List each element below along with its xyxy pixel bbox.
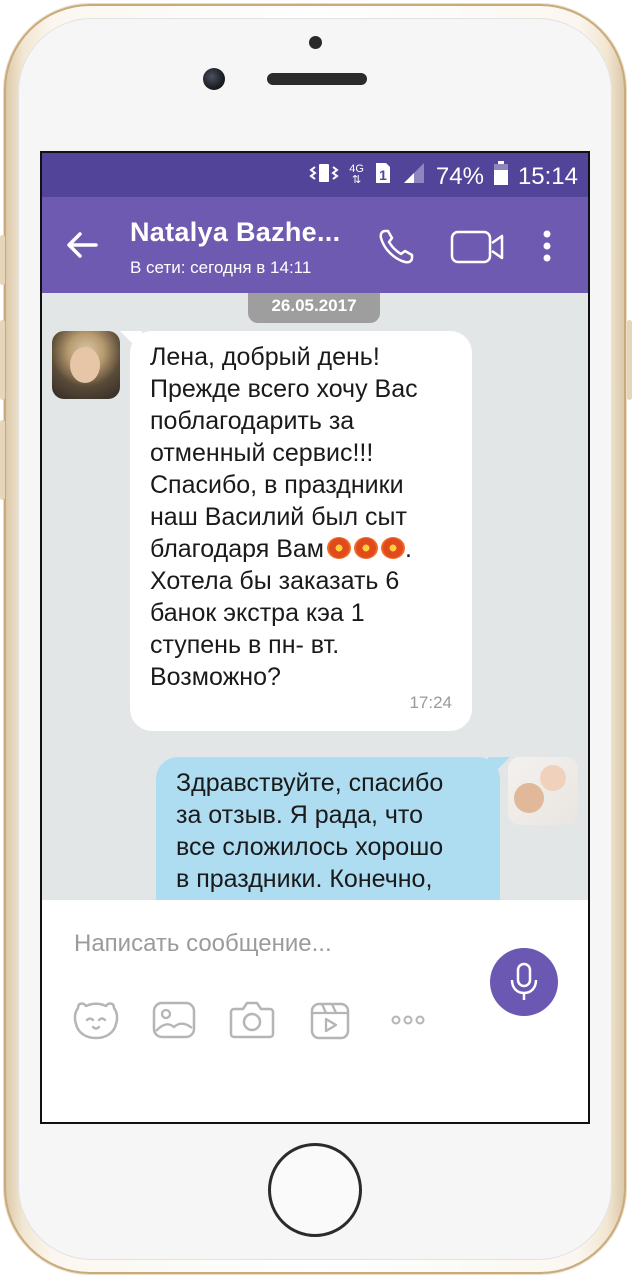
microphone-button[interactable]	[490, 948, 558, 1016]
clock: 15:14	[517, 162, 578, 190]
network-type: 4G	[349, 162, 364, 175]
message-line: за отзыв. Я рада, что	[176, 801, 424, 829]
message-line: все сложилось хорошо	[176, 833, 444, 861]
line-suffix: .	[404, 535, 412, 563]
message-line: банок экстра кэа 1	[150, 599, 365, 627]
phone-icon[interactable]	[376, 227, 416, 267]
battery-percent: 74%	[435, 162, 484, 190]
incoming-message-bubble[interactable]: Лена, добрый день! Прежде всего хочу Вас…	[130, 331, 472, 731]
more-icon[interactable]	[386, 1000, 434, 1040]
more-vert-icon[interactable]	[540, 229, 554, 263]
contact-avatar[interactable]	[52, 331, 120, 399]
chat-area[interactable]: 26.05.2017 Лена, добрый день! Прежде все…	[42, 293, 588, 900]
sim-icon: 1	[374, 161, 392, 192]
message-input[interactable]: Написать сообщение...	[74, 930, 332, 958]
phone-screen: 4G ⇅ 1 74% 15:14 Natalya Bazhe... В сети:…	[40, 151, 590, 1124]
message-line: ступень в пн- вт.	[150, 631, 340, 659]
my-avatar[interactable]	[508, 757, 578, 825]
message-line: Прежде всего хочу Вас	[150, 375, 418, 403]
message-time: 17:24	[409, 693, 452, 712]
message-line: Лена, добрый день!	[150, 343, 380, 371]
message-line: в праздники. Конечно,	[176, 865, 433, 893]
earpiece-speaker	[267, 73, 367, 85]
emoji-group	[324, 533, 405, 565]
date-separator: 26.05.2017	[248, 293, 380, 323]
message-line-with-emoji: благодаря Вам.	[150, 533, 452, 565]
vibrate-icon	[309, 161, 339, 192]
flower-icon	[380, 537, 405, 559]
message-line: Спасибо, в праздники	[150, 471, 404, 499]
flower-icon	[353, 537, 378, 559]
contact-name[interactable]: Natalya Bazhe...	[130, 217, 340, 248]
video-icon[interactable]	[306, 1000, 354, 1040]
message-line: поблагодарить за	[150, 407, 355, 435]
signal-icon	[402, 161, 426, 192]
volume-up-button	[0, 320, 5, 400]
volume-down-button	[0, 420, 5, 500]
video-call-icon[interactable]	[450, 229, 506, 265]
flower-icon	[326, 537, 351, 559]
front-camera	[203, 68, 225, 90]
battery-icon	[493, 161, 508, 192]
gallery-icon[interactable]	[150, 1000, 198, 1040]
home-button[interactable]	[268, 1143, 362, 1237]
data-arrows-icon: 4G ⇅	[349, 162, 364, 186]
sticker-icon[interactable]	[72, 1000, 120, 1040]
status-bar: 4G ⇅ 1 74% 15:14	[42, 153, 588, 197]
chat-header: Natalya Bazhe... В сети: сегодня в 14:11	[42, 197, 588, 293]
message-line: наш Василий был сыт	[150, 503, 407, 531]
outgoing-message-bubble[interactable]: Здравствуйте, спасибо за отзыв. Я рада, …	[156, 757, 500, 900]
camera-icon[interactable]	[228, 1000, 276, 1040]
message-line: благодаря Вам	[150, 535, 324, 563]
mute-switch	[0, 235, 5, 285]
message-line: Возможно?	[150, 663, 281, 691]
message-composer: Написать сообщение...	[42, 900, 588, 1122]
proximity-sensor	[309, 36, 322, 49]
message-line: отменный сервис!!!	[150, 439, 374, 467]
back-arrow-icon[interactable]	[64, 227, 100, 263]
microphone-icon	[510, 962, 538, 1000]
message-line: Здравствуйте, спасибо	[176, 769, 444, 797]
contact-status: В сети: сегодня в 14:11	[130, 258, 312, 277]
sim-number: 1	[379, 167, 387, 183]
message-line: Хотела бы заказать 6	[150, 567, 400, 595]
power-button	[627, 320, 632, 400]
